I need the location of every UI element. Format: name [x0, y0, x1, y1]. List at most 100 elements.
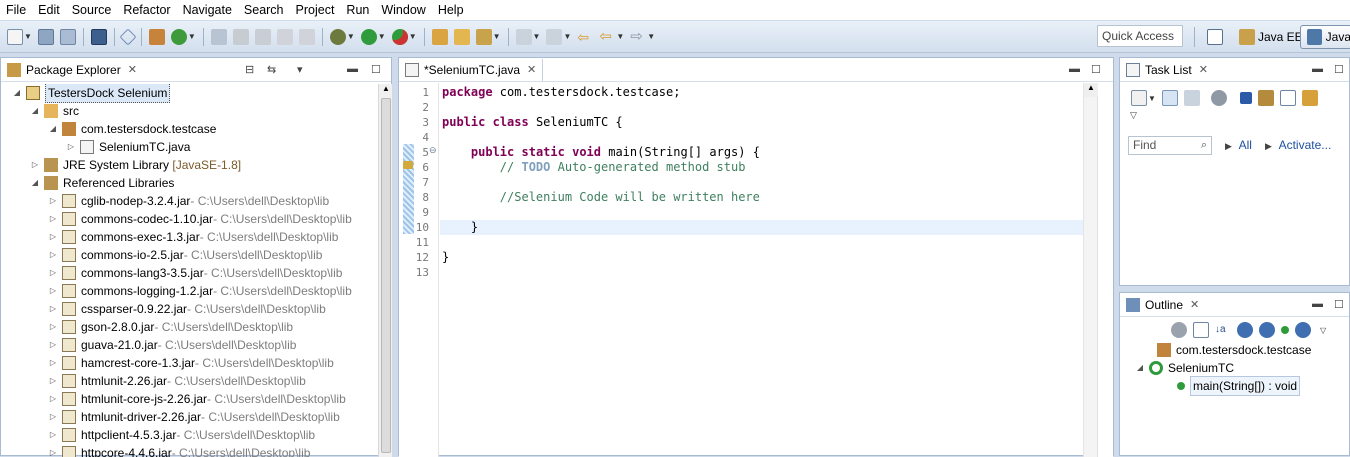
vertical-scrollbar[interactable]: ▲ [378, 84, 392, 457]
scroll-up-icon[interactable]: ▲ [382, 84, 390, 93]
collapsed-arrow-icon[interactable]: ▷ [47, 282, 59, 300]
find-input[interactable]: Find ⌕ [1128, 136, 1212, 155]
expanded-arrow-icon[interactable]: ◢ [29, 102, 41, 120]
minimize-icon[interactable]: ▬ [1312, 63, 1323, 75]
hide-completed-icon[interactable] [1239, 92, 1252, 104]
tree-node-jar[interactable]: ▷ commons-codec-1.10.jar - C:\Users\dell\… [47, 210, 352, 228]
tree-node-jar[interactable]: ▷ htmlunit-2.26.jar - C:\Users\dell\Deskt… [47, 372, 306, 390]
chevron-down-icon[interactable]: ▼ [347, 32, 355, 41]
block-selection-icon[interactable] [254, 28, 271, 45]
collapsed-arrow-icon[interactable]: ▷ [47, 390, 59, 408]
menu-help[interactable]: Help [432, 0, 470, 20]
hide-static-icon[interactable] [1259, 322, 1275, 338]
collapsed-arrow-icon[interactable]: ▷ [47, 318, 59, 336]
open-perspective-icon[interactable] [1207, 29, 1223, 45]
chevron-down-icon[interactable]: ▼ [378, 32, 386, 41]
menu-window[interactable]: Window [375, 0, 431, 20]
new-task-icon[interactable] [1131, 90, 1147, 106]
open-type-icon[interactable] [431, 28, 448, 45]
save-all-icon[interactable] [59, 28, 76, 45]
search-tool-icon[interactable] [475, 28, 492, 45]
tree-node-jar[interactable]: ▷ cglib-nodep-3.2.4.jar - C:\Users\dell\D… [47, 192, 329, 210]
collapsed-arrow-icon[interactable]: ▷ [29, 156, 41, 174]
expanded-arrow-icon[interactable]: ◢ [47, 120, 59, 138]
menu-source[interactable]: Source [66, 0, 118, 20]
tree-node-jre[interactable]: ▷ JRE System Library [JavaSE-1.8] [29, 156, 241, 174]
tree-node-jar[interactable]: ▷ commons-io-2.5.jar - C:\Users\dell\Desk… [47, 246, 322, 264]
hide-local-types-icon[interactable] [1295, 322, 1311, 338]
collapsed-arrow-icon[interactable]: ▷ [47, 264, 59, 282]
all-link[interactable]: ▶ All [1225, 138, 1252, 152]
chevron-down-icon[interactable]: ▼ [616, 32, 624, 41]
run-icon[interactable] [360, 28, 377, 45]
tab-package-explorer[interactable]: Package Explorer ✕ [1, 58, 143, 81]
view-menu-icon[interactable]: ▽ [1320, 326, 1326, 335]
chevron-down-icon[interactable]: ▼ [533, 32, 541, 41]
minimize-icon[interactable]: ▬ [1312, 298, 1323, 310]
minimize-icon[interactable]: ▬ [347, 63, 358, 75]
tree-node-project[interactable]: ◢ TestersDock Selenium [11, 84, 171, 103]
quick-access-input[interactable]: Quick Access [1097, 25, 1183, 47]
tree-node-java-file[interactable]: ▷ SeleniumTC.java [65, 138, 190, 156]
sort-icon[interactable]: ↓a [1215, 322, 1231, 338]
scheduled-icon[interactable] [1183, 90, 1200, 106]
tree-node-jar[interactable]: ▷ hamcrest-core-1.3.jar - C:\Users\dell\D… [47, 354, 334, 372]
close-icon[interactable]: ✕ [128, 63, 137, 76]
collapsed-arrow-icon[interactable]: ▷ [47, 408, 59, 426]
close-icon[interactable]: ✕ [527, 63, 536, 76]
chevron-down-icon[interactable]: ▼ [493, 32, 501, 41]
collapsed-arrow-icon[interactable]: ▷ [65, 138, 77, 156]
chevron-down-icon[interactable]: ▼ [409, 32, 417, 41]
tree-node-jar[interactable]: ▷ httpcore-4.4.6.jar - C:\Users\dell\Desk… [47, 444, 310, 457]
collapsed-arrow-icon[interactable]: ▷ [47, 336, 59, 354]
forward-arrow-icon[interactable]: ⇨ [630, 28, 646, 45]
word-wrap-icon[interactable] [276, 28, 293, 45]
menu-run[interactable]: Run [340, 0, 375, 20]
tree-node-jar[interactable]: ▷ commons-logging-1.2.jar - C:\Users\dell… [47, 282, 352, 300]
perspective-java-button[interactable]: Java [1300, 25, 1350, 49]
menu-search[interactable]: Search [238, 0, 290, 20]
menu-refactor[interactable]: Refactor [117, 0, 176, 20]
last-edit-location-icon[interactable]: ⇦ [577, 29, 593, 45]
collapse-all-icon[interactable]: ⊟ [245, 63, 254, 76]
previous-annotation-icon[interactable] [546, 28, 563, 45]
expanded-arrow-icon[interactable]: ◢ [29, 174, 41, 192]
chevron-down-icon[interactable]: ▼ [563, 32, 571, 41]
code-line-5[interactable]: public static void main(String[] args) { [442, 145, 760, 160]
collapsed-arrow-icon[interactable]: ▷ [47, 246, 59, 264]
tab-task-list[interactable]: Task List ✕ [1120, 58, 1214, 81]
refresh-icon[interactable] [170, 28, 187, 45]
collapsed-arrow-icon[interactable]: ▷ [47, 300, 59, 318]
mark-occurrences-icon[interactable] [210, 28, 227, 45]
menu-file[interactable]: File [0, 0, 32, 20]
menu-navigate[interactable]: Navigate [177, 0, 238, 20]
chevron-down-icon[interactable]: ▼ [24, 32, 32, 41]
collapsed-arrow-icon[interactable]: ▷ [47, 192, 59, 210]
maximize-icon[interactable]: ☐ [1091, 63, 1101, 76]
maximize-icon[interactable]: ☐ [371, 63, 381, 76]
code-line-6[interactable]: // TODO Auto-generated method stub [442, 160, 746, 175]
scrollbar-thumb[interactable] [381, 98, 391, 453]
hide-fields-icon[interactable] [1237, 322, 1253, 338]
code-line-10[interactable]: } [442, 220, 478, 235]
collapsed-arrow-icon[interactable]: ▷ [47, 444, 59, 457]
menu-edit[interactable]: Edit [32, 0, 66, 20]
maximize-icon[interactable]: ☐ [1334, 298, 1344, 311]
fold-collapse-icon[interactable]: ⊖ [429, 145, 437, 156]
new-java-package-icon[interactable] [148, 28, 165, 45]
collapsed-arrow-icon[interactable]: ▷ [47, 372, 59, 390]
scroll-up-icon[interactable]: ▲ [1084, 83, 1098, 97]
outline-item-method[interactable]: main(String[]) : void [1174, 376, 1301, 396]
tab-seleniumtc-java[interactable]: *SeleniumTC.java ✕ [399, 58, 544, 81]
close-icon[interactable]: ✕ [1190, 298, 1199, 311]
maximize-icon[interactable]: ☐ [1334, 63, 1344, 76]
overview-ruler[interactable]: ▲ [1083, 83, 1113, 457]
collapsed-arrow-icon[interactable]: ▷ [47, 354, 59, 372]
tree-node-jar[interactable]: ▷ htmlunit-driver-2.26.jar - C:\Users\del… [47, 408, 340, 426]
expanded-arrow-icon[interactable]: ◢ [1134, 359, 1146, 377]
chevron-down-icon[interactable]: ▼ [1148, 94, 1156, 103]
open-folder-icon[interactable] [453, 28, 470, 45]
tree-node-jar[interactable]: ▷ commons-lang3-3.5.jar - C:\Users\dell\D… [47, 264, 342, 282]
next-annotation-icon[interactable] [515, 28, 532, 45]
collapse-all-icon[interactable] [1193, 322, 1209, 338]
